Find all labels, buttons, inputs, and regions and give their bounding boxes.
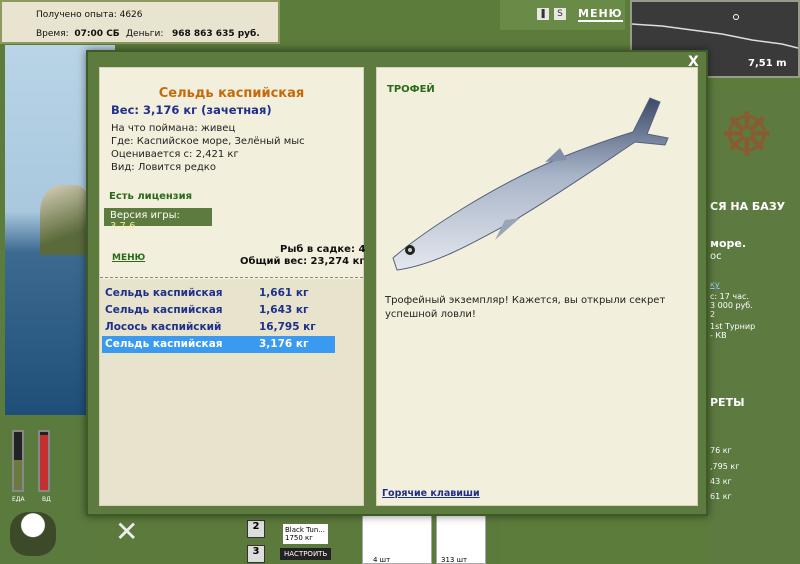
info-line: 2 (710, 310, 716, 319)
info-line: с: 17 час. (710, 292, 749, 301)
bait-card[interactable]: Black Tun... 1750 кг (283, 524, 328, 544)
divider (100, 277, 363, 278)
catch-row[interactable]: Сельдь каспийская 1,643 кг (102, 302, 335, 319)
baitfish-slot[interactable]: 313 шт (436, 515, 486, 564)
dialog-menu-link[interactable]: МЕНЮ (112, 253, 145, 263)
weight-line: ,795 кг (710, 462, 740, 471)
version-badge: Версия игры: 3.7.6 (104, 208, 212, 232)
catch-row[interactable]: Лосось каспийский 16,795 кг (102, 319, 335, 336)
info-line: 1st Турнир (710, 322, 756, 331)
bait-name: Black Tun... (285, 526, 325, 534)
depth-readout: 7,51 m (748, 58, 787, 69)
fish-title: Сельдь каспийская (158, 86, 305, 101)
keepnet-count: Рыб в садке: 4 (280, 244, 366, 255)
location-title: море. (710, 237, 747, 250)
license-status: Есть лицензия (109, 191, 193, 202)
location-sub: ос (710, 251, 722, 262)
weight-line: 61 кг (710, 492, 732, 501)
food-label: ЕДА (12, 496, 25, 503)
scoring-threshold: Оценивается с: 2,421 кг (111, 149, 239, 160)
cutlery-icon[interactable]: ✕ (115, 515, 138, 548)
hotkeys-link[interactable]: Горячие клавиши (382, 488, 480, 499)
fish-rarity: Вид: Ловится редко (111, 162, 216, 173)
water-label: ВД (42, 496, 51, 503)
status-bar: Получено опыта: 4626 Время: 07:00 СБ Ден… (0, 0, 280, 44)
trophy-message: Трофейный экземпляр! Кажется, вы открыли… (385, 295, 666, 320)
pause-button[interactable]: ❚ (537, 8, 549, 20)
bait-weight: 1750 кг (285, 534, 313, 542)
setup-button[interactable]: НАСТРОИТЬ (280, 548, 332, 560)
keepnet-weight: Общий вес: 23,274 кг (240, 256, 365, 267)
cauldron-icon[interactable] (10, 512, 56, 556)
time-text: Время: 07:00 СБ (36, 29, 120, 39)
ship-wheel-icon[interactable]: ☸ (720, 100, 780, 190)
slot-number[interactable]: 2 (247, 520, 265, 538)
baitfish-count: 313 шт (441, 556, 468, 564)
info-line: - КВ (710, 331, 727, 340)
herring-fish-icon (392, 97, 669, 271)
slot-number[interactable]: 3 (247, 545, 265, 563)
fish-weight: Вес: 3,176 кг (зачетная) (111, 103, 272, 117)
catch-row-selected[interactable]: Сельдь каспийская 3,176 кг (102, 336, 335, 353)
caught-on: На что поймана: живец (111, 123, 236, 134)
water-meter-fill (40, 435, 48, 490)
experience-text: Получено опыта: 4626 (36, 10, 143, 20)
money-text: Деньги: 968 863 635 руб. (126, 29, 260, 39)
go-to-base-text[interactable]: СЯ НА БАЗУ (710, 200, 785, 213)
secrets-title: РЕТЫ (710, 396, 745, 409)
location-link[interactable]: ку (710, 280, 720, 289)
hook-slot[interactable]: 4 шт (362, 515, 432, 564)
weight-line: 76 кг (710, 446, 732, 455)
sound-button[interactable]: S (554, 8, 566, 20)
hook-count: 4 шт (373, 556, 391, 564)
catch-location: Где: Каспийское море, Зелёный мыс (111, 136, 305, 147)
weight-line: 43 кг (710, 477, 732, 486)
food-meter-fill (14, 460, 22, 490)
info-line: 3 000 руб. (710, 301, 753, 310)
cliff-image (40, 185, 90, 255)
top-menu-button[interactable]: МЕНЮ (578, 7, 623, 22)
catch-row[interactable]: Сельдь каспийская 1,661 кг (102, 285, 335, 302)
